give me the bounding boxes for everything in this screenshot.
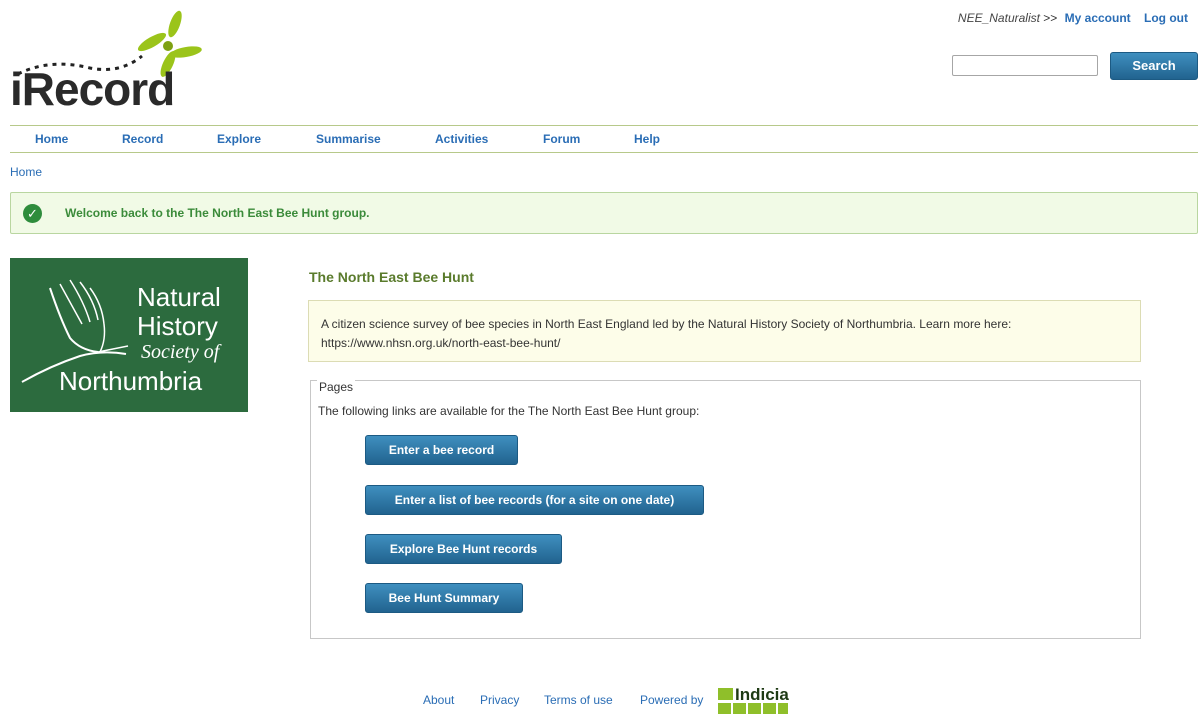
bee-hunt-summary-button[interactable]: Bee Hunt Summary bbox=[365, 583, 523, 613]
description-line2: https://www.nhsn.org.uk/north-east-bee-h… bbox=[321, 336, 561, 350]
search-button[interactable]: Search bbox=[1110, 52, 1198, 80]
username: NEE_Naturalist bbox=[957, 11, 1040, 25]
group-logo-line2: History bbox=[137, 311, 218, 341]
indicia-bars-icon bbox=[718, 703, 788, 714]
logo-text: iRecord bbox=[10, 63, 175, 115]
nav-record[interactable]: Record bbox=[122, 132, 163, 146]
breadcrumb[interactable]: Home bbox=[10, 165, 42, 179]
search-input[interactable] bbox=[952, 55, 1098, 76]
group-logo-line1: Natural bbox=[137, 282, 221, 312]
group-title: The North East Bee Hunt bbox=[309, 269, 474, 285]
indicia-logo[interactable]: Indicia bbox=[718, 685, 789, 716]
check-icon: ✓ bbox=[23, 204, 42, 223]
separator: >> bbox=[1043, 11, 1058, 25]
main-nav: Home Record Explore Summarise Activities… bbox=[10, 125, 1198, 153]
irecord-logo[interactable]: iRecord bbox=[10, 8, 210, 118]
footer-privacy-link[interactable]: Privacy bbox=[480, 693, 519, 707]
user-bar: NEE_Naturalist >> My account Log out bbox=[958, 11, 1188, 25]
nav-explore[interactable]: Explore bbox=[217, 132, 261, 146]
pages-legend: Pages bbox=[317, 380, 356, 394]
nav-help[interactable]: Help bbox=[634, 132, 660, 146]
indicia-flag-icon bbox=[718, 688, 733, 700]
pages-intro: The following links are available for th… bbox=[318, 404, 700, 418]
my-account-link[interactable]: My account bbox=[1065, 11, 1131, 25]
footer-powered-by: Powered by bbox=[640, 693, 704, 707]
enter-list-bee-records-button[interactable]: Enter a list of bee records (for a site … bbox=[365, 485, 704, 515]
description-line1: A citizen science survey of bee species … bbox=[321, 317, 1012, 331]
nav-summarise[interactable]: Summarise bbox=[316, 132, 381, 146]
alert-message: Welcome back to the The North East Bee H… bbox=[65, 206, 370, 220]
group-logo-line3: Society of bbox=[141, 341, 220, 363]
footer-terms-link[interactable]: Terms of use bbox=[544, 693, 613, 707]
nav-activities[interactable]: Activities bbox=[435, 132, 488, 146]
explore-bee-hunt-records-button[interactable]: Explore Bee Hunt records bbox=[365, 534, 562, 564]
welcome-alert: ✓ Welcome back to the The North East Bee… bbox=[10, 192, 1198, 234]
enter-bee-record-button[interactable]: Enter a bee record bbox=[365, 435, 518, 465]
group-logo: Natural History Society of Northumbria bbox=[10, 258, 248, 412]
log-out-link[interactable]: Log out bbox=[1144, 11, 1188, 25]
footer-about-link[interactable]: About bbox=[423, 693, 454, 707]
group-description: A citizen science survey of bee species … bbox=[308, 300, 1141, 362]
group-logo-line4: Northumbria bbox=[59, 366, 203, 396]
indicia-text: Indicia bbox=[735, 685, 789, 704]
nav-forum[interactable]: Forum bbox=[543, 132, 580, 146]
nav-home[interactable]: Home bbox=[35, 132, 68, 146]
